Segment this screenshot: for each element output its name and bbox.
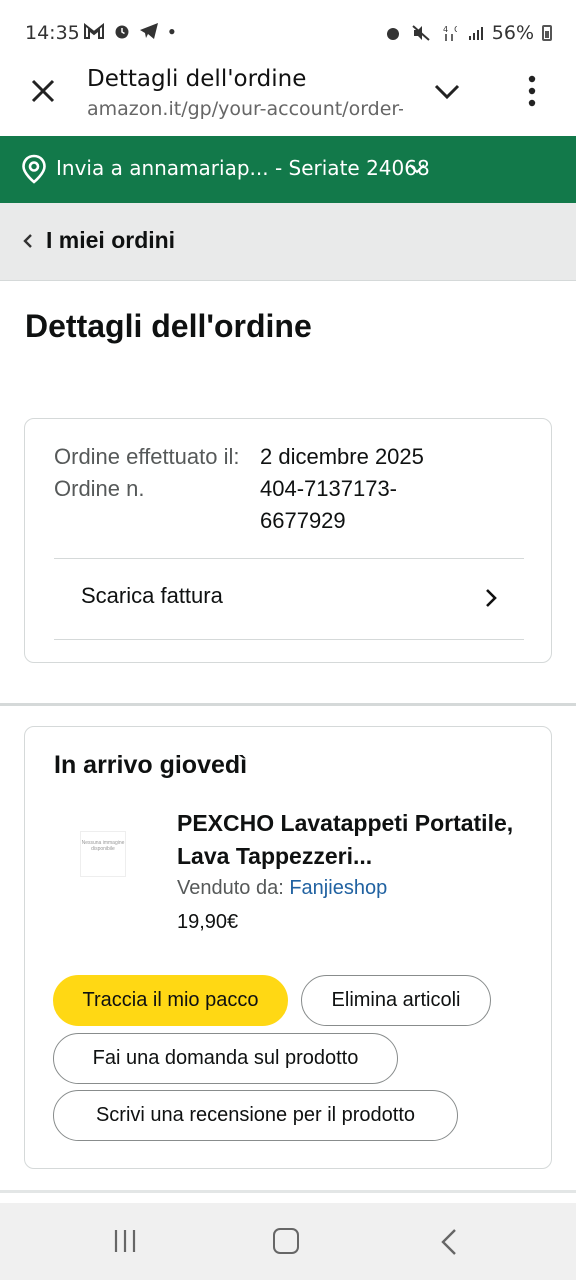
section-divider bbox=[0, 703, 576, 706]
status-bar: 14:35 ● 4G 56% bbox=[0, 0, 576, 64]
order-placed-label: Ordine effettuato il: bbox=[54, 444, 240, 469]
gmail-icon bbox=[84, 22, 104, 39]
remove-items-button[interactable]: Elimina articoli bbox=[301, 975, 491, 1026]
notification-icons: ● bbox=[84, 22, 179, 42]
browser-tab-header: Dettagli dell'ordine amazon.it/gp/your-a… bbox=[0, 64, 576, 136]
order-number-label: Ordine n. bbox=[54, 476, 145, 501]
order-labels: Ordine effettuato il: Ordine n. bbox=[54, 441, 244, 505]
download-invoice-label: Scarica fattura bbox=[81, 583, 223, 608]
alarm-icon bbox=[115, 25, 129, 39]
product-image-placeholder[interactable]: Nessuna immagine disponibile bbox=[80, 831, 126, 877]
svg-text:4G: 4G bbox=[443, 25, 457, 34]
ask-question-button[interactable]: Fai una domanda sul prodotto bbox=[53, 1033, 398, 1084]
shipment-card: In arrivo giovedì Nessuna immagine dispo… bbox=[24, 726, 552, 1169]
chevron-down-icon[interactable] bbox=[432, 76, 462, 106]
close-icon[interactable] bbox=[28, 76, 58, 106]
breadcrumb-label[interactable]: I miei ordini bbox=[46, 227, 175, 254]
battery-percent: 56% bbox=[491, 22, 534, 44]
product-name-link[interactable]: PEXCHO Lavatappeti Portatile, Lava Tappe… bbox=[177, 807, 527, 873]
product-price: 19,90€ bbox=[177, 911, 239, 933]
download-invoice-row[interactable]: Scarica fattura bbox=[54, 559, 524, 639]
alarm-icon bbox=[387, 27, 400, 40]
location-pin-icon bbox=[21, 154, 47, 184]
system-navigation-bar bbox=[0, 1203, 576, 1280]
system-status-icons: 4G bbox=[385, 24, 483, 43]
order-placed-date: 2 dicembre 2025 bbox=[260, 444, 424, 469]
delivery-location-bar[interactable]: Invia a annamariap... - Seriate 24068 bbox=[0, 136, 576, 203]
battery-icon bbox=[542, 25, 552, 41]
recents-icon[interactable] bbox=[113, 1228, 139, 1254]
status-time: 14:35 bbox=[25, 22, 80, 44]
chevron-right-icon bbox=[484, 587, 498, 609]
seller-prefix: Venduto da: bbox=[177, 877, 284, 899]
chevron-down-icon bbox=[408, 161, 426, 175]
order-summary-card: Ordine effettuato il: Ordine n. 2 dicemb… bbox=[24, 418, 552, 663]
home-icon[interactable] bbox=[273, 1228, 299, 1254]
dot-icon: ● bbox=[168, 24, 180, 38]
status-right: 4G 56% bbox=[385, 22, 552, 44]
section-divider bbox=[0, 1190, 576, 1193]
signal-icon bbox=[468, 26, 483, 40]
divider bbox=[54, 639, 524, 640]
more-options-icon[interactable] bbox=[520, 74, 544, 108]
write-review-button[interactable]: Scrivi una recensione per il prodotto bbox=[53, 1090, 458, 1141]
chevron-left-icon bbox=[22, 233, 34, 249]
tab-url[interactable]: amazon.it/gp/your-account/order-d bbox=[87, 98, 403, 120]
tab-title: Dettagli dell'ordine bbox=[87, 66, 307, 92]
seller-link[interactable]: Fanjieshop bbox=[289, 877, 387, 899]
track-package-button[interactable]: Traccia il mio pacco bbox=[53, 975, 288, 1026]
delivery-status-heading: In arrivo giovedì bbox=[54, 751, 248, 779]
order-number: 404-7137173-6677929 bbox=[260, 476, 398, 533]
product-seller: Venduto da: Fanjieshop bbox=[177, 877, 387, 900]
mute-icon bbox=[412, 24, 430, 41]
delivery-address-text: Invia a annamariap... - Seriate 24068 bbox=[56, 156, 430, 180]
telegram-icon bbox=[140, 23, 159, 39]
breadcrumb[interactable]: I miei ordini bbox=[0, 203, 576, 281]
order-values: 2 dicembre 2025 404-7137173-6677929 bbox=[260, 441, 480, 537]
page-title: Dettagli dell'ordine bbox=[25, 308, 312, 344]
back-icon[interactable] bbox=[440, 1228, 458, 1256]
4g-icon: 4G bbox=[443, 25, 460, 41]
